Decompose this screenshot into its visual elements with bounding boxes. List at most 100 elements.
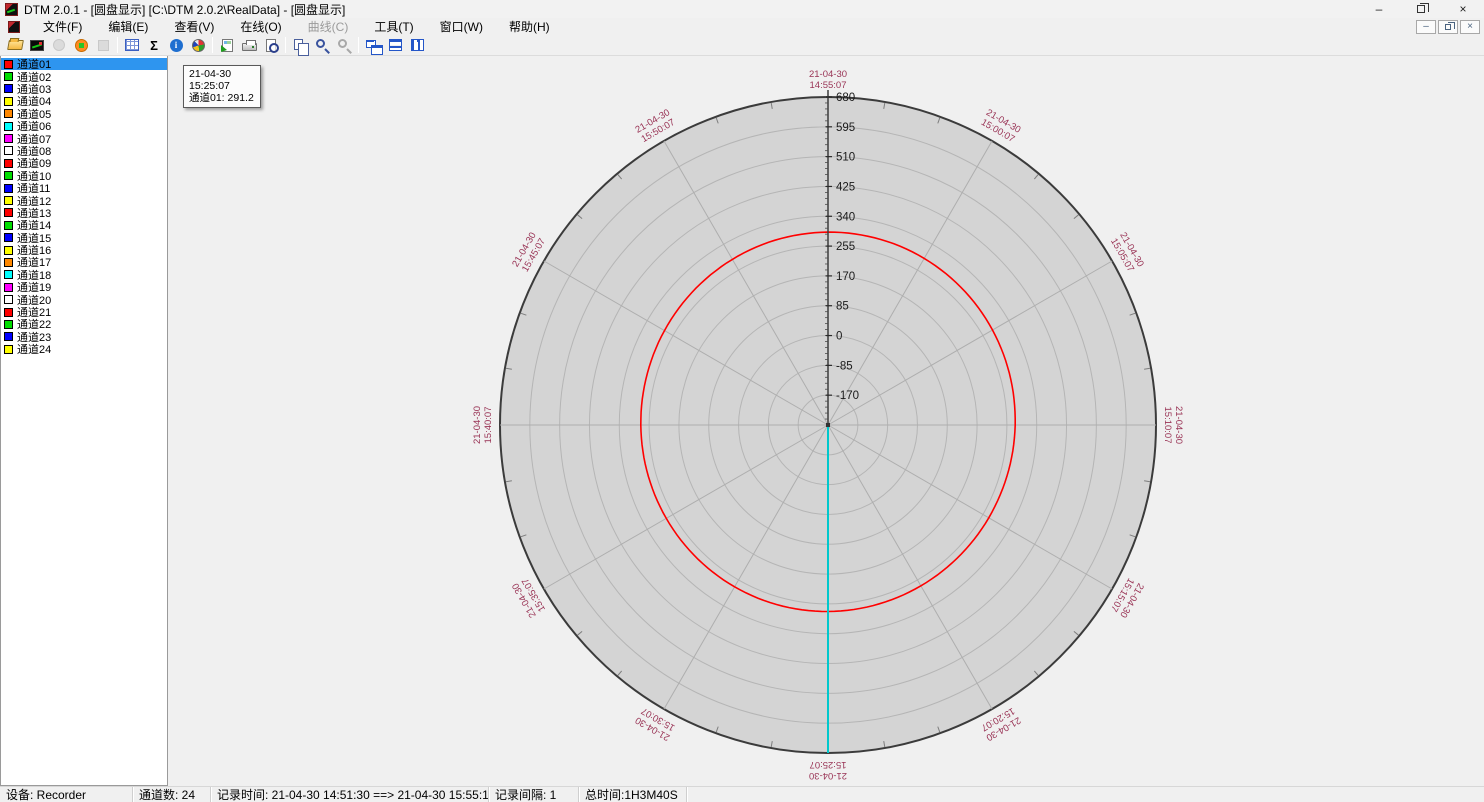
channel-color-swatch	[4, 246, 13, 255]
menu-help[interactable]: 帮助(H)	[496, 17, 563, 36]
menu-file[interactable]: 文件(F)	[30, 17, 95, 36]
mdi-child-icon[interactable]	[8, 21, 20, 33]
svg-text:595: 595	[836, 122, 855, 134]
svg-text:85: 85	[836, 301, 849, 313]
svg-text:-85: -85	[836, 360, 853, 372]
channel-color-swatch	[4, 233, 13, 242]
window-title: DTM 2.0.1 - [圆盘显示] [C:\DTM 2.0.2\RealDat…	[24, 1, 345, 18]
record-active-icon	[75, 39, 88, 52]
info-button[interactable]: i	[165, 36, 187, 55]
copy-icon	[294, 39, 303, 50]
toolbar: Σi	[0, 35, 1484, 56]
channel-color-swatch	[4, 122, 13, 131]
channel-item-通道24[interactable]: 通道24	[1, 343, 167, 355]
toolbar-separator	[212, 37, 213, 53]
channel-color-swatch	[4, 146, 13, 155]
tile-horizontal-button[interactable]	[384, 36, 406, 55]
channel-color-swatch	[4, 72, 13, 81]
minimize-button[interactable]: –	[1358, 0, 1400, 18]
menu-edit[interactable]: 编辑(E)	[95, 17, 161, 36]
status-device: 设备: Recorder	[0, 787, 133, 802]
channel-color-swatch	[4, 60, 13, 69]
circular-chart[interactable]: 21-04-30 15:25:07 通道01: 291.2 6805955104…	[175, 56, 1484, 786]
status-interval: 记录间隔: 1	[489, 787, 579, 802]
svg-text:255: 255	[836, 241, 855, 253]
channel-color-swatch	[4, 221, 13, 230]
svg-text:21-04-30: 21-04-30	[472, 406, 483, 444]
svg-text:15:40:07: 15:40:07	[483, 407, 494, 444]
channel-color-swatch	[4, 283, 13, 292]
data-table-button[interactable]	[121, 36, 143, 55]
svg-text:21-04-30: 21-04-30	[809, 69, 847, 80]
channel-color-swatch	[4, 184, 13, 193]
svg-text:15:25:07: 15:25:07	[810, 759, 847, 770]
menu-online[interactable]: 在线(O)	[227, 17, 294, 36]
channel-color-swatch	[4, 345, 13, 354]
child-close-button[interactable]: ×	[1460, 20, 1480, 34]
channel-label: 通道24	[17, 341, 51, 357]
svg-text:21-04-30: 21-04-30	[809, 770, 847, 781]
svg-text:170: 170	[836, 271, 855, 283]
svg-text:680: 680	[836, 92, 855, 104]
toolbar-separator	[358, 37, 359, 53]
menu-curve: 曲线(C)	[295, 17, 362, 36]
print-preview-button[interactable]	[260, 36, 282, 55]
svg-text:425: 425	[836, 181, 855, 193]
menu-view[interactable]: 查看(V)	[161, 17, 227, 36]
svg-text:14:55:07: 14:55:07	[810, 80, 847, 91]
polar-chart-svg: 680595510425340255170850-85-17021-04-301…	[175, 56, 1484, 786]
print-icon	[242, 43, 257, 51]
menu-tools[interactable]: 工具(T)	[361, 17, 426, 36]
status-bar: 设备: Recorder 通道数: 24 记录时间: 21-04-30 14:5…	[0, 786, 1484, 802]
zoom-out-icon	[338, 39, 347, 48]
svg-text:21-04-30: 21-04-30	[1173, 406, 1184, 444]
status-empty	[687, 787, 1484, 802]
copy-button[interactable]	[289, 36, 311, 55]
channel-list: 通道01通道02通道03通道04通道05通道06通道07通道08通道09通道10…	[0, 56, 168, 786]
record-idle-icon	[53, 39, 65, 51]
channel-color-swatch	[4, 270, 13, 279]
close-button[interactable]: ×	[1442, 0, 1484, 18]
channel-color-swatch	[4, 332, 13, 341]
tile-vertical-icon	[411, 39, 424, 51]
tooltip-time: 15:25:07	[189, 80, 254, 92]
tooltip-value: 通道01: 291.2	[189, 92, 254, 104]
zoom-in-button[interactable]	[311, 36, 333, 55]
value-tooltip: 21-04-30 15:25:07 通道01: 291.2	[183, 65, 261, 108]
pie-chart-button[interactable]	[187, 36, 209, 55]
stop-record-button	[92, 36, 114, 55]
export-icon	[222, 39, 233, 52]
print-button[interactable]	[238, 36, 260, 55]
child-restore-icon	[1445, 24, 1451, 30]
tile-vertical-button[interactable]	[406, 36, 428, 55]
tooltip-date: 21-04-30	[189, 68, 254, 80]
zoom-out-button	[333, 36, 355, 55]
realtime-chart-button[interactable]	[26, 36, 48, 55]
child-minimize-button[interactable]: –	[1416, 20, 1436, 34]
channel-color-swatch	[4, 134, 13, 143]
open-file-button[interactable]	[4, 36, 26, 55]
svg-text:15:10:07: 15:10:07	[1162, 407, 1173, 444]
channel-color-swatch	[4, 109, 13, 118]
zoom-in-icon	[316, 39, 325, 48]
title-bar: DTM 2.0.1 - [圆盘显示] [C:\DTM 2.0.2\RealDat…	[0, 0, 1484, 18]
channel-color-swatch	[4, 159, 13, 168]
open-file-icon	[7, 40, 24, 50]
panel-splitter[interactable]	[168, 56, 175, 786]
record-active-button[interactable]	[70, 36, 92, 55]
channel-color-swatch	[4, 97, 13, 106]
channel-color-swatch	[4, 196, 13, 205]
restore-button[interactable]	[1400, 0, 1442, 18]
channel-color-swatch	[4, 84, 13, 93]
export-button[interactable]	[216, 36, 238, 55]
menu-window[interactable]: 窗口(W)	[427, 17, 496, 36]
channel-color-swatch	[4, 258, 13, 267]
status-total-time: 总时间:1H3M40S	[579, 787, 687, 802]
child-restore-button[interactable]	[1438, 20, 1458, 34]
channel-color-swatch	[4, 295, 13, 304]
channel-color-swatch	[4, 320, 13, 329]
cascade-windows-button[interactable]	[362, 36, 384, 55]
restore-icon	[1417, 5, 1425, 13]
channel-color-swatch	[4, 171, 13, 180]
statistics-button[interactable]: Σ	[143, 36, 165, 55]
